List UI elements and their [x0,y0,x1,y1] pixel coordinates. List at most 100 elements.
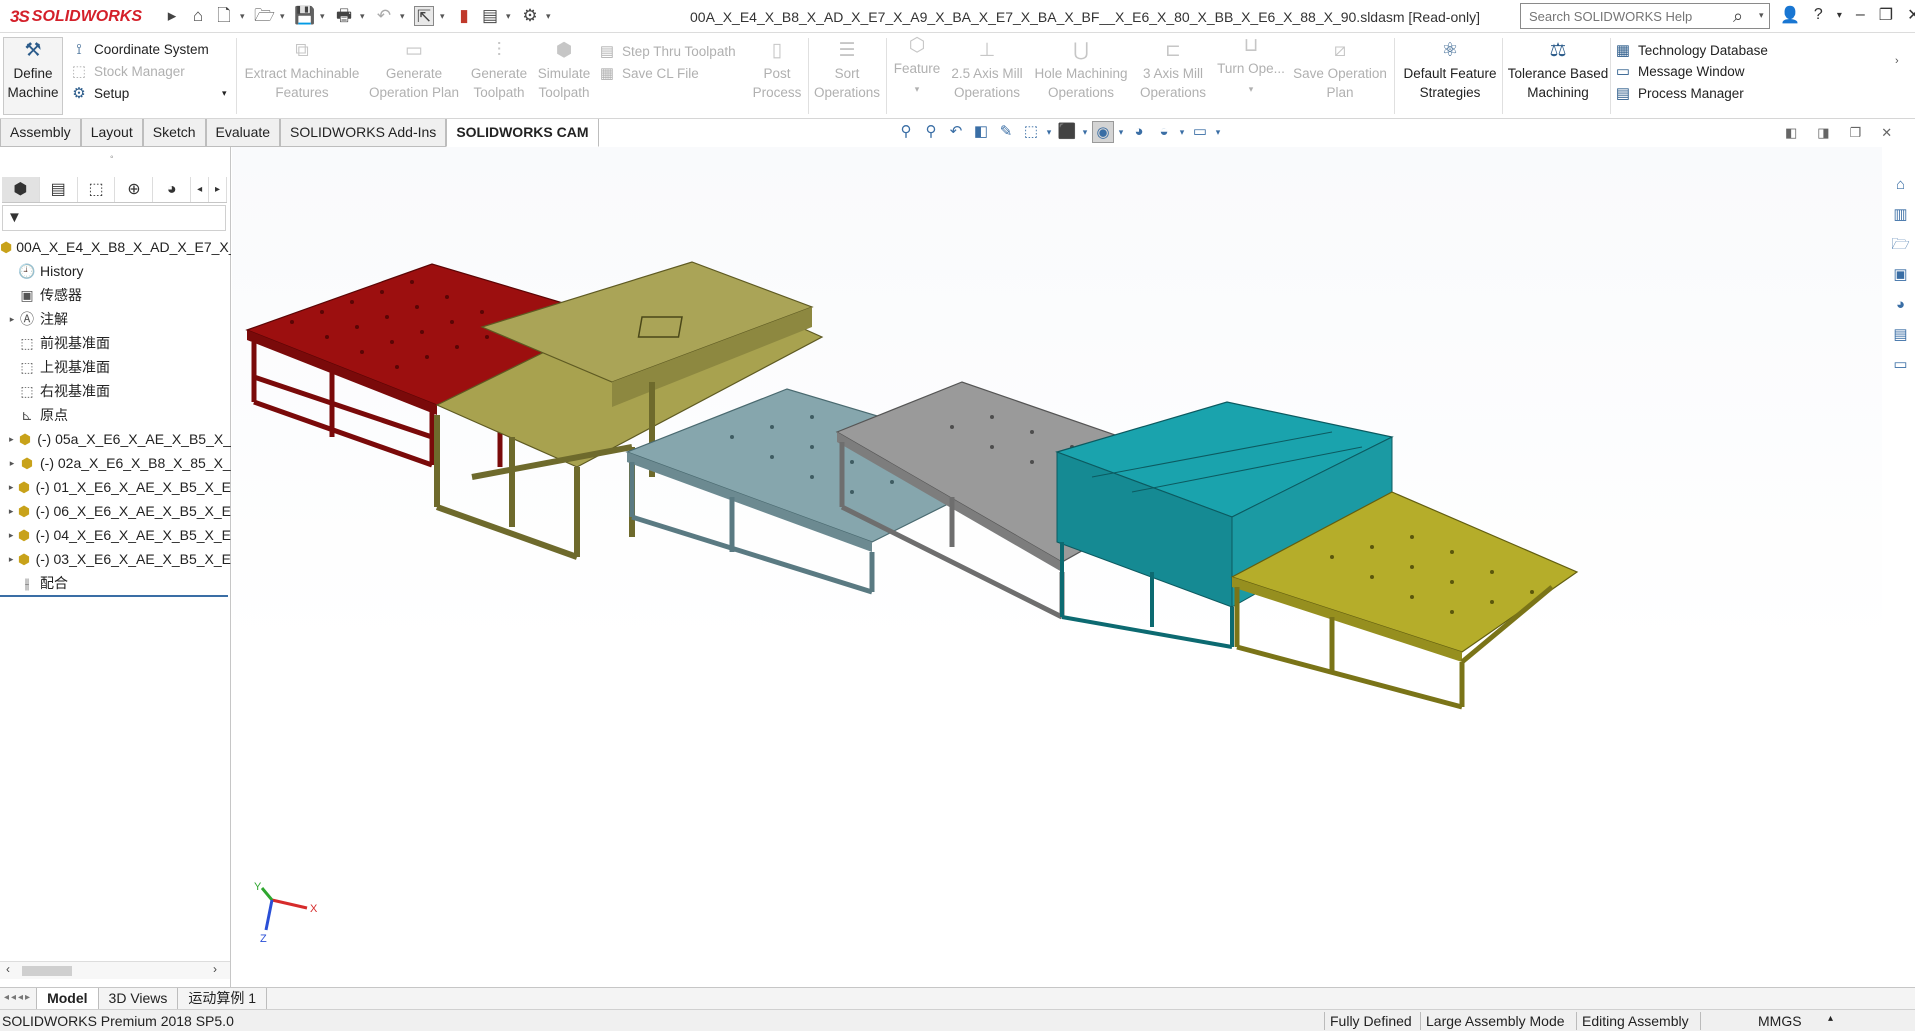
filter-icon[interactable]: ▼ [7,209,22,226]
scene-dropdown-icon[interactable]: ▾ [1178,121,1186,143]
tree-item[interactable]: ⊾ 原点 [0,403,231,427]
expand-arrow-icon[interactable]: ▸ [6,523,16,547]
tab-nav-first-icon[interactable]: ◂◂◂▸ [0,988,38,1009]
message-window-button[interactable]: ▭ Message Window [1614,62,1745,80]
appearances-icon[interactable]: ◕ [1889,293,1913,317]
sort-operations-button[interactable]: ☰ Sort Operations [812,40,882,102]
forum-icon[interactable]: ▭ [1889,353,1913,377]
help-dropdown-icon[interactable]: ▾ [1837,10,1842,21]
feature-button[interactable]: ⬡ Feature ▾ [890,35,944,99]
tree-item[interactable]: ▸ Ⓐ 注解 [0,307,231,331]
stock-manager-button[interactable]: ⬚ Stock Manager [70,62,185,80]
view-orientation-icon[interactable]: ⬚ [1020,121,1042,143]
display-style-dropdown-icon[interactable]: ▾ [1081,121,1089,143]
tab-model[interactable]: Model [37,988,99,1009]
axis-mill-operations-button[interactable]: ⊥ 2.5 Axis Mill Operations [946,40,1028,102]
print-dropdown-icon[interactable]: ▾ [360,11,368,22]
tab-assembly[interactable]: Assembly [0,119,81,147]
tree-item[interactable]: 🕘 History [0,259,231,283]
tolerance-based-machining-button[interactable]: ⚖ Tolerance Based Machining [1506,40,1610,102]
tab-solidworks-cam[interactable]: SOLIDWORKS CAM [446,119,599,147]
tree-item[interactable]: ▸ ⬢ (-) 02a_X_E6_X_B8_X_85_X_ [0,451,231,475]
solidworks-logo[interactable]: 3S SOLIDWORKS [10,6,142,28]
help-icon[interactable]: ? [1814,6,1823,24]
panel-horizontal-scrollbar[interactable]: ‹ › [0,961,230,979]
assembly-model[interactable] [232,147,1882,987]
panel-tabs-prev-icon[interactable]: ◂ [191,177,210,202]
unit-dropdown-icon[interactable]: ▴ [1828,1013,1833,1024]
tab-evaluate[interactable]: Evaluate [205,119,281,147]
setup-dropdown-icon[interactable]: ▾ [222,88,227,99]
hole-machining-operations-button[interactable]: ⋃ Hole Machining Operations [1030,40,1132,102]
feature-manager-tab-icon[interactable]: ⬢ [2,177,40,202]
options-dropdown-icon[interactable]: ▾ [546,11,554,22]
apply-scene-icon[interactable]: ◒ [1153,121,1175,143]
ribbon-collapse-icon[interactable]: › [1895,55,1899,67]
expand-arrow-icon[interactable]: ▸ [6,307,18,331]
select-icon[interactable]: ⇱ [414,6,434,26]
undo-icon[interactable]: ↶ [374,6,394,26]
view-palette-icon[interactable]: ▣ [1889,263,1913,287]
turn-dropdown-icon[interactable]: ▾ [1249,84,1254,94]
help-search-input[interactable] [1521,4,1721,28]
tab-3d-views[interactable]: 3D Views [99,988,179,1009]
help-search-box[interactable]: ⌕ ▾ [1520,3,1770,29]
viewport-tile-left-icon[interactable]: ◧ [1785,125,1797,141]
tree-item[interactable]: ▸ ⬢ (-) 06_X_E6_X_AE_X_B5_X_E [0,499,231,523]
file-explorer-icon[interactable]: 🗁 [1889,233,1913,257]
new-dropdown-icon[interactable]: ▾ [240,11,248,22]
unit-system[interactable]: MMGS [1758,1013,1802,1029]
tab-sketch[interactable]: Sketch [142,119,206,147]
scroll-right-icon[interactable]: › [213,962,217,976]
restore-icon[interactable]: ❐ [1879,5,1893,25]
save-dropdown-icon[interactable]: ▾ [320,11,328,22]
options-gear-icon[interactable]: ⚙ [520,6,540,26]
previous-view-icon[interactable]: ↶ [945,121,967,143]
tab-motion-study[interactable]: 运动算例 1 [178,988,268,1009]
process-manager-button[interactable]: ▤ Process Manager [1614,84,1744,102]
search-icon[interactable]: ⌕ [1733,6,1743,27]
simulate-toolpath-button[interactable]: ⬢ Simulate Toolpath [534,40,594,102]
extract-machinable-features-button[interactable]: ⧉ Extract Machinable Features [242,40,362,102]
post-process-button[interactable]: ▯ Post Process [748,40,806,102]
properties-dropdown-icon[interactable]: ▾ [506,11,514,22]
graphics-area[interactable]: X Y Z [232,147,1882,987]
tree-item[interactable]: ⬚ 右视基准面 [0,379,231,403]
panel-tabs-next-icon[interactable]: ▸ [209,177,227,202]
view-settings-dropdown-icon[interactable]: ▾ [1214,121,1222,143]
file-properties-icon[interactable]: ▤ [480,6,500,26]
feature-dropdown-icon[interactable]: ▾ [915,84,920,94]
tree-item[interactable]: ▸ ⬢ (-) 01_X_E6_X_AE_X_B5_X_E [0,475,231,499]
tree-item[interactable]: ▸ ⬢ (-) 05a_X_E6_X_AE_X_B5_X_ [0,427,231,451]
orientation-dropdown-icon[interactable]: ▾ [1045,121,1053,143]
expand-arrow-icon[interactable]: ▸ [6,427,17,451]
search-dropdown-icon[interactable]: ▾ [1759,10,1764,21]
define-machine-button[interactable]: ⚒ Define Machine [3,37,63,115]
user-account-icon[interactable]: 👤 [1780,5,1800,25]
design-library-icon[interactable]: ▥ [1889,203,1913,227]
tree-item[interactable]: ⬚ 前视基准面 [0,331,231,355]
coordinate-system-button[interactable]: ⟟ Coordinate System [70,41,209,58]
expand-arrow-icon[interactable]: ▸ [6,547,16,571]
tree-item[interactable]: ⫲ 配合 [0,571,231,595]
tree-item[interactable]: ▣ 传感器 [0,283,231,307]
save-cl-file-button[interactable]: ▦ Save CL File [598,64,699,82]
dynamic-annotation-icon[interactable]: ✎ [995,121,1017,143]
zoom-to-fit-icon[interactable]: ⚲ [895,121,917,143]
dimxpert-tab-icon[interactable]: ⊕ [115,177,154,202]
tree-filter[interactable]: ▼ [2,205,226,231]
viewport-close-icon[interactable]: ✕ [1881,125,1892,141]
edit-appearance-icon[interactable]: ◕ [1128,121,1150,143]
hide-show-dropdown-icon[interactable]: ▾ [1117,121,1125,143]
generate-toolpath-button[interactable]: ⫶ Generate Toolpath [466,40,532,102]
select-dropdown-icon[interactable]: ▾ [440,11,448,22]
display-manager-tab-icon[interactable]: ◕ [153,177,192,202]
undo-dropdown-icon[interactable]: ▾ [400,11,408,22]
turn-operations-button[interactable]: ⊔ Turn Ope... ▾ [1214,35,1288,99]
tree-item[interactable]: ▸ ⬢ (-) 03_X_E6_X_AE_X_B5_X_E [0,547,231,571]
default-feature-strategies-button[interactable]: ⚛ Default Feature Strategies [1398,40,1502,102]
home-icon[interactable]: ⌂ [188,6,208,26]
tree-item[interactable]: ▸ ⬢ (-) 04_X_E6_X_AE_X_B5_X_E [0,523,231,547]
save-icon[interactable]: 💾 [294,6,315,26]
viewport-restore-icon[interactable]: ❐ [1850,125,1862,141]
